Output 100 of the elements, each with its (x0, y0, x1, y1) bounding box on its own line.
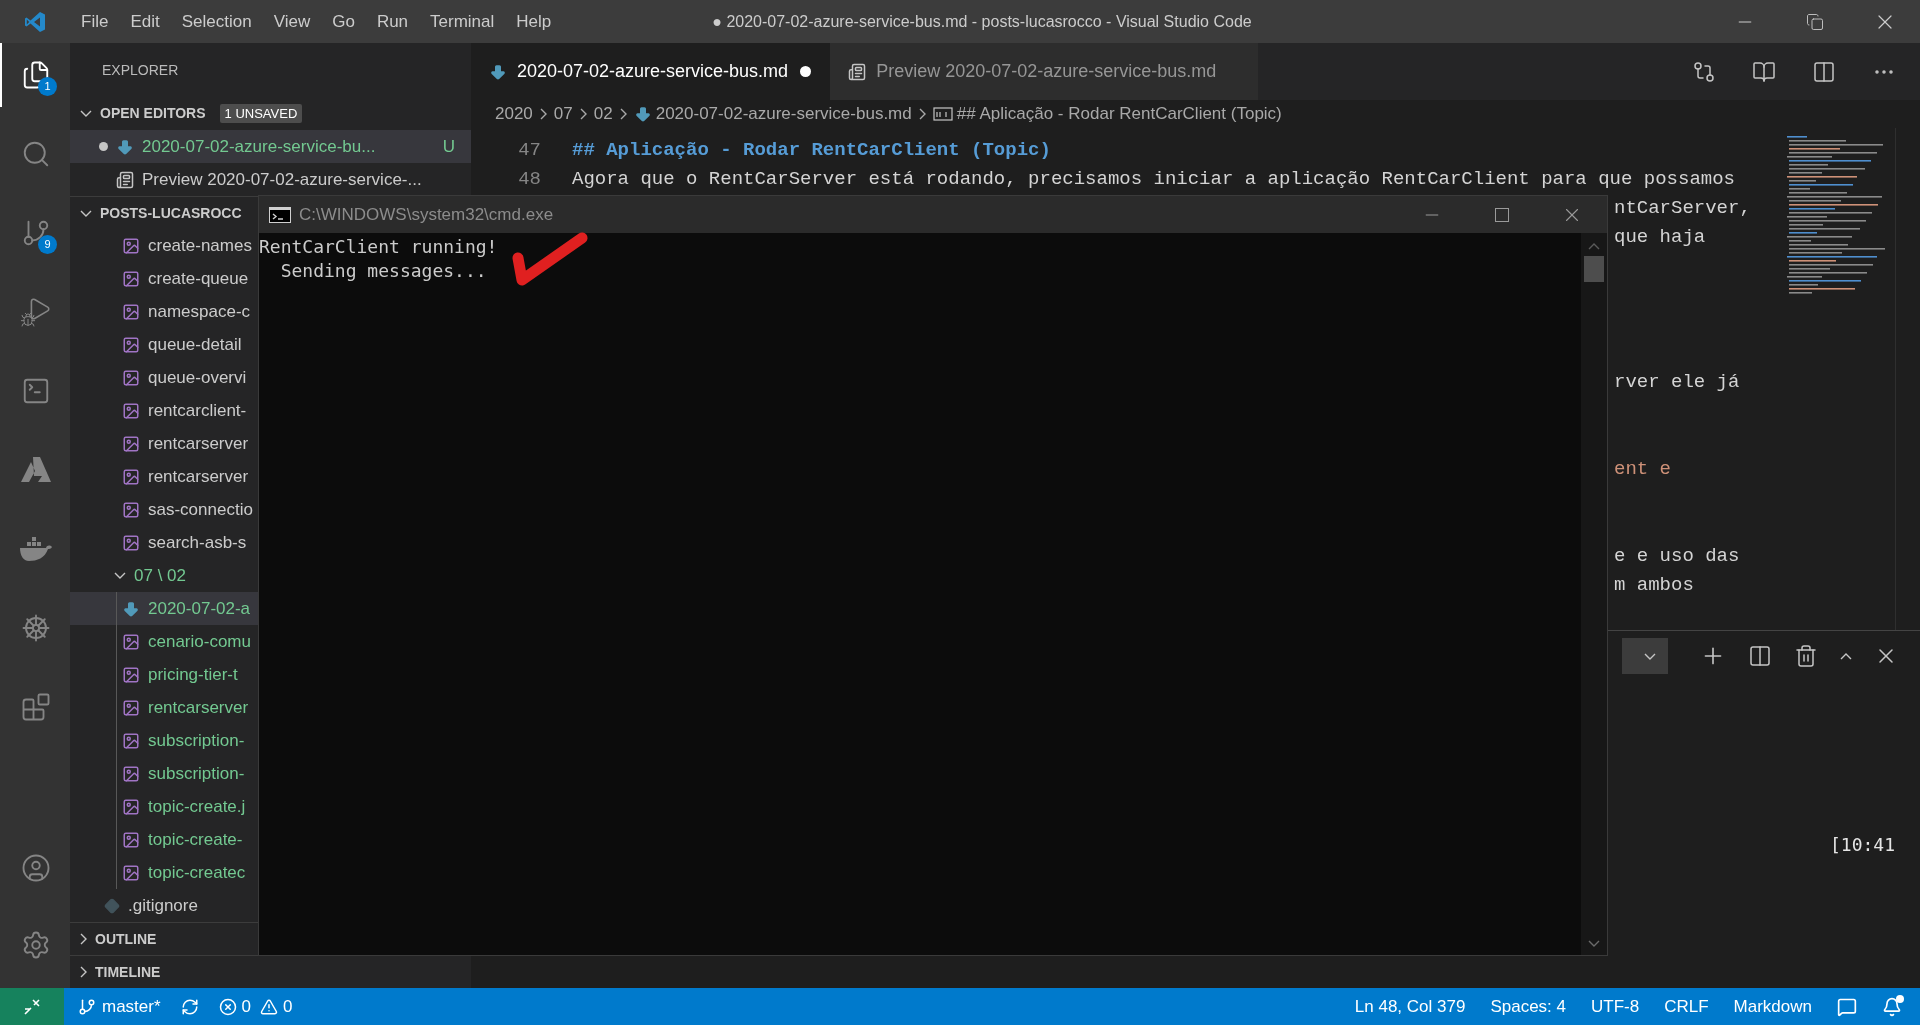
branch-indicator[interactable]: master* (70, 993, 169, 1020)
code-line: Agora que o RentCarServer está rodando, precisamos iniciar a aplicação RentCarClient para que possamos (572, 167, 1735, 193)
menu-item[interactable]: Selection (170, 8, 263, 35)
scroll-up-icon[interactable] (1588, 243, 1600, 250)
menu-item[interactable]: Terminal (419, 8, 506, 35)
extensions-icon[interactable] (21, 692, 51, 722)
file-row[interactable]: subscription- (70, 724, 258, 757)
window-title: ● 2020-07-02-azure-service-bus.md - posts-lucasrocco - Visual Studio Code (712, 11, 1252, 32)
feedback-icon[interactable] (1837, 996, 1857, 1017)
chevron-icon (918, 108, 926, 120)
file-row[interactable]: 2020-07-02-a (70, 592, 258, 625)
breadcrumb-item[interactable]: ## Aplicação - Rodar RentCarClient (Topic) (956, 101, 1282, 127)
image-file-icon (122, 665, 140, 684)
scroll-down-icon[interactable] (1588, 940, 1600, 947)
file-row[interactable]: rentcarserver (70, 460, 258, 493)
terminal-output: [10:41 (1829, 833, 1895, 857)
file-row[interactable]: rentcarserver (70, 427, 258, 460)
scrollbar[interactable] (1581, 233, 1607, 955)
bell-icon[interactable] (1882, 996, 1902, 1017)
sidebar-title: EXPLORER (102, 60, 179, 80)
menu-item[interactable]: Run (365, 8, 420, 35)
error-icon (218, 997, 237, 1016)
breadcrumb-item[interactable]: 02 (593, 101, 613, 127)
image-file-icon (122, 335, 140, 354)
settings-icon[interactable] (21, 930, 51, 960)
window-title: C:\WINDOWS\system32\cmd.exe (299, 203, 554, 226)
file-row[interactable]: .gitignore (70, 889, 258, 922)
menu-item[interactable]: Go (321, 8, 366, 35)
file-row[interactable]: sas-connectio (70, 493, 258, 526)
restore-icon[interactable] (1806, 12, 1824, 31)
link-text: ent e (1614, 457, 1671, 483)
branch-icon[interactable] (21, 218, 51, 248)
files-icon[interactable] (21, 60, 51, 90)
menu-item[interactable]: View (262, 8, 322, 35)
folder-row[interactable]: 07 \ 02 (70, 559, 258, 592)
git-file-icon (104, 897, 120, 914)
search-icon[interactable] (21, 139, 51, 169)
file-row[interactable]: pricing-tier-t (70, 658, 258, 691)
branch-icon (78, 997, 96, 1016)
image-file-icon (122, 863, 140, 882)
file-row[interactable]: search-asb-s (70, 526, 258, 559)
open-preview-icon[interactable] (1752, 59, 1776, 84)
image-file-icon (122, 698, 140, 717)
editor-tab[interactable]: Preview 2020-07-02-azure-service-bus.md (830, 43, 1259, 100)
markdown-file-icon (633, 105, 652, 123)
git-status: U (442, 135, 455, 158)
file-row[interactable]: rentcarserver (70, 691, 258, 724)
file-row[interactable]: namespace-c (70, 295, 258, 328)
menu-item[interactable]: Help (505, 8, 563, 35)
image-file-icon (122, 434, 140, 453)
run-debug-icon[interactable] (20, 296, 52, 328)
editor-tab[interactable]: 2020-07-02-azure-service-bus.md (471, 43, 831, 100)
section-header[interactable]: OPEN EDITORS 1 UNSAVED (70, 97, 471, 130)
open-editor-item[interactable]: 2020-07-02-azure-service-bu... U (70, 130, 471, 163)
file-row[interactable]: queue-detail (70, 328, 258, 361)
maximize-icon[interactable] (1495, 207, 1509, 222)
file-row[interactable]: queue-overvi (70, 361, 258, 394)
image-file-icon (122, 467, 140, 486)
status-item[interactable]: Ln 48, Col 379 (1354, 993, 1466, 1020)
scroll-thumb[interactable] (1584, 256, 1604, 282)
console-icon (269, 206, 291, 223)
status-item[interactable]: Spaces: 4 (1490, 993, 1566, 1020)
breadcrumb-item[interactable]: 2020-07-02-azure-service-bus.md (655, 101, 912, 127)
ship-wheel-icon[interactable] (21, 613, 51, 643)
code-line: e e uso das (1614, 544, 1740, 570)
split-editor-icon[interactable] (1812, 59, 1836, 84)
file-row[interactable]: topic-create- (70, 823, 258, 856)
file-row[interactable]: create-queue (70, 262, 258, 295)
file-row[interactable]: topic-create.j (70, 790, 258, 823)
azure-icon[interactable] (20, 456, 52, 484)
problems-indicator[interactable]: 0 0 (210, 993, 301, 1020)
sync-icon[interactable] (180, 997, 199, 1016)
split-icon[interactable] (1748, 644, 1772, 668)
console-line: RentCarClient running! (259, 235, 498, 259)
compare-icon[interactable] (1692, 59, 1716, 84)
file-row[interactable]: subscription- (70, 757, 258, 790)
status-item[interactable]: UTF-8 (1591, 993, 1640, 1020)
breadcrumb-item[interactable]: 07 (553, 101, 573, 127)
file-row[interactable]: create-names (70, 229, 258, 262)
file-row[interactable]: topic-createc (70, 856, 258, 889)
count-badge: 1 (38, 77, 57, 96)
markdown-file-icon (116, 137, 134, 156)
file-row[interactable]: rentcarclient- (70, 394, 258, 427)
image-file-icon (122, 401, 140, 420)
account-icon[interactable] (21, 853, 51, 883)
trash-icon[interactable] (1794, 644, 1818, 668)
status-item[interactable]: CRLF (1664, 993, 1709, 1020)
image-file-icon (122, 500, 140, 519)
chevron-icon (80, 110, 92, 117)
chevron-up-icon[interactable] (1840, 652, 1852, 660)
terminal-icon[interactable] (21, 376, 51, 406)
menu-item[interactable]: File (70, 8, 120, 35)
menu-item[interactable]: Edit (119, 8, 171, 35)
breadcrumb-item[interactable]: 2020 (495, 101, 533, 127)
open-editor-item[interactable]: Preview 2020-07-02-azure-service-... (70, 163, 471, 196)
whale-icon[interactable] (19, 536, 53, 562)
status-item[interactable]: Markdown (1733, 993, 1812, 1020)
file-row[interactable]: cenario-comu (70, 625, 258, 658)
image-file-icon (122, 797, 140, 816)
remote-icon (22, 996, 42, 1017)
